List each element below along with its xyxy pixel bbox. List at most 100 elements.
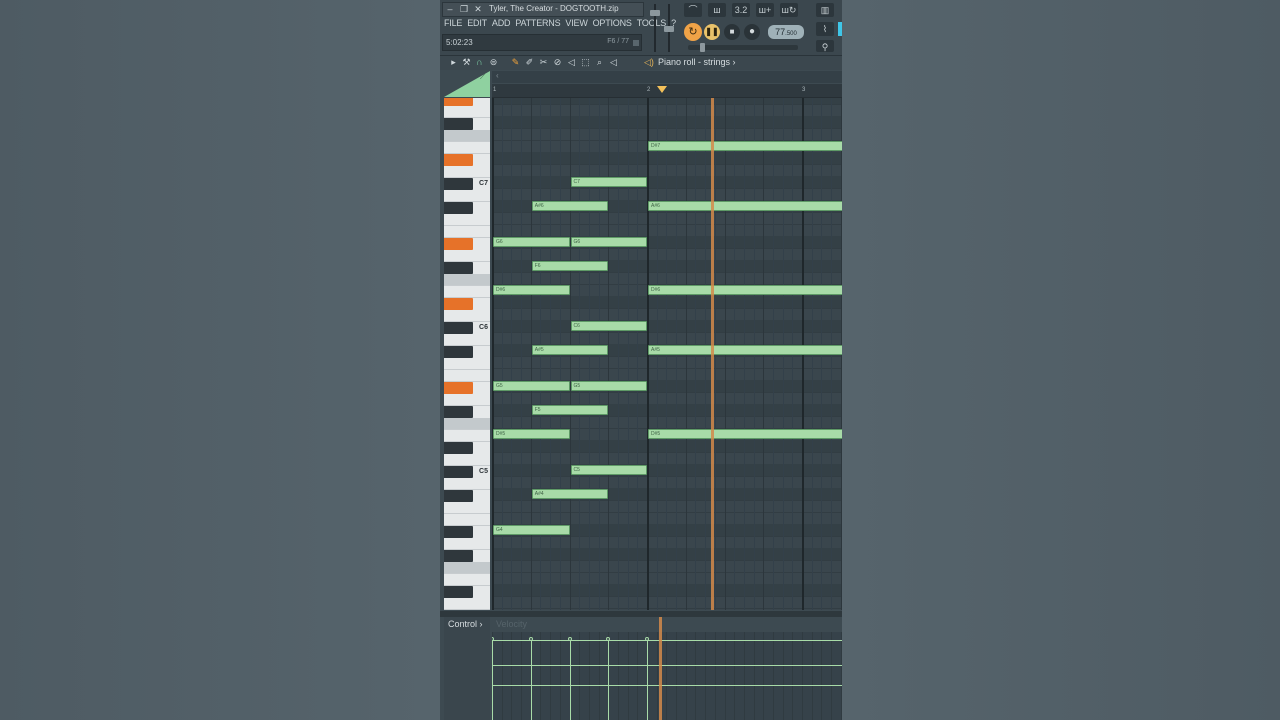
- select-icon[interactable]: ⬚: [580, 57, 591, 68]
- wait-input-icon[interactable]: ш: [708, 3, 726, 17]
- stop-button[interactable]: ■: [724, 24, 740, 40]
- note[interactable]: C5: [570, 465, 647, 475]
- velocity-editor[interactable]: [492, 632, 842, 720]
- menu-file[interactable]: FILE: [444, 18, 462, 31]
- piano-key-black[interactable]: [444, 442, 473, 454]
- metronome-icon[interactable]: ⌒: [684, 3, 702, 17]
- slider-knob[interactable]: [650, 10, 660, 16]
- wrench-icon[interactable]: ⚒: [461, 57, 472, 68]
- piano-keyboard[interactable]: C7 C6 C5: [444, 98, 490, 610]
- restore-icon[interactable]: ❐: [458, 4, 470, 15]
- note[interactable]: D#5: [648, 429, 842, 439]
- title-bar[interactable]: – ❐ ✕ Tyler, The Creator - DOGTOOTH.zip: [442, 2, 644, 17]
- note[interactable]: G6: [570, 237, 647, 247]
- piano-key-black[interactable]: [444, 298, 473, 310]
- piano-key-black[interactable]: [444, 382, 473, 394]
- countdown-icon[interactable]: 3.2: [732, 3, 750, 17]
- master-pitch-slider[interactable]: [664, 4, 674, 52]
- playback-icon[interactable]: ◁: [608, 57, 619, 68]
- event-editor-divider[interactable]: [440, 611, 842, 617]
- play-pause-button[interactable]: ❚❚: [704, 24, 720, 40]
- note[interactable]: F5: [531, 405, 609, 415]
- mute-icon[interactable]: ⊘: [552, 57, 563, 68]
- loop-record-icon[interactable]: ш↻: [780, 3, 798, 17]
- delete-icon[interactable]: ✂: [538, 57, 549, 68]
- note[interactable]: A#6: [531, 201, 609, 211]
- velocity-bar[interactable]: [569, 638, 571, 720]
- minimize-icon[interactable]: –: [444, 4, 456, 15]
- note[interactable]: G4: [493, 525, 570, 535]
- pencil-icon[interactable]: ✎: [510, 57, 521, 68]
- piano-key-black[interactable]: [444, 550, 473, 562]
- snap-icon[interactable]: ⊜: [488, 57, 499, 68]
- velocity-handle[interactable]: [645, 637, 649, 641]
- menu-edit[interactable]: EDIT: [467, 18, 487, 31]
- resize-icon[interactable]: ⟋: [480, 74, 485, 82]
- note[interactable]: A#5: [648, 345, 842, 355]
- slice-icon[interactable]: ◁: [566, 57, 577, 68]
- menu-view[interactable]: VIEW: [565, 18, 587, 31]
- piano-key-black[interactable]: [444, 178, 473, 190]
- velocity-bar[interactable]: [530, 638, 532, 720]
- velocity-handle[interactable]: [528, 637, 533, 641]
- piano-key-black[interactable]: [444, 322, 473, 334]
- menu-add[interactable]: ADD: [492, 18, 511, 31]
- note[interactable]: C6: [570, 321, 647, 331]
- piano-key-black[interactable]: [444, 202, 473, 214]
- plugin-picker-icon[interactable]: ⌇: [816, 22, 834, 36]
- note[interactable]: D#5: [493, 429, 570, 439]
- note-grid[interactable]: D#7 C7 A#6 A#6 G6 G6 F6 D#6 D#6 C6 A#5 A#5 G5 G5 F5 D#5…: [492, 98, 842, 610]
- position-knob[interactable]: [700, 43, 705, 52]
- piano-key-black[interactable]: [444, 406, 473, 418]
- control-selector[interactable]: Control ›: [448, 619, 483, 629]
- brush-icon[interactable]: ✐: [524, 57, 535, 68]
- master-volume-slider[interactable]: [650, 4, 660, 52]
- mic-icon[interactable]: ⚲: [816, 40, 834, 52]
- piano-key-black[interactable]: [444, 118, 473, 130]
- piano-icon[interactable]: ▥: [816, 3, 834, 17]
- menu-patterns[interactable]: PATTERNS: [515, 18, 560, 31]
- playhead-marker[interactable]: [657, 86, 667, 93]
- magnet-icon[interactable]: ∩: [474, 57, 485, 67]
- piano-key-black[interactable]: [444, 586, 473, 598]
- scroll-left-icon[interactable]: ‹: [496, 71, 499, 80]
- tempo-display[interactable]: 77.500: [768, 25, 804, 39]
- horizontal-scrollbar[interactable]: ‹: [492, 71, 842, 83]
- note[interactable]: G5: [570, 381, 647, 391]
- piano-key-black[interactable]: [444, 490, 473, 502]
- velocity-bar[interactable]: [647, 638, 648, 720]
- note[interactable]: A#4: [531, 489, 609, 499]
- note[interactable]: D#6: [493, 285, 570, 295]
- step-edit-icon[interactable]: ш+: [756, 3, 774, 17]
- note[interactable]: D#7: [648, 141, 842, 151]
- arrow-icon[interactable]: ▸: [448, 57, 459, 68]
- note[interactable]: C7: [570, 177, 647, 187]
- slider-knob[interactable]: [664, 26, 674, 32]
- note[interactable]: F6: [531, 261, 609, 271]
- piano-roll-title[interactable]: Piano roll - strings ›: [658, 57, 736, 67]
- zoom-icon[interactable]: ⌕: [594, 57, 605, 68]
- piano-key-black[interactable]: [444, 526, 473, 538]
- piano-key-black[interactable]: [444, 466, 473, 478]
- piano-key-black[interactable]: [444, 98, 473, 106]
- record-button[interactable]: ●: [744, 24, 760, 40]
- hint-scroll-icon[interactable]: [633, 40, 639, 46]
- note[interactable]: G6: [493, 237, 570, 247]
- piano-key-black[interactable]: [444, 154, 473, 166]
- speaker-icon[interactable]: ◁): [644, 57, 654, 68]
- piano-key-black[interactable]: [444, 346, 473, 358]
- note[interactable]: A#5: [531, 345, 609, 355]
- song-position-slider[interactable]: [688, 43, 798, 52]
- velocity-bar[interactable]: [608, 638, 610, 720]
- close-icon[interactable]: ✕: [472, 4, 484, 15]
- velocity-bar[interactable]: [492, 638, 493, 720]
- timeline-ruler[interactable]: 1 2 3: [492, 84, 842, 98]
- note[interactable]: A#6: [648, 201, 842, 211]
- note[interactable]: G5: [493, 381, 570, 391]
- pattern-song-toggle-icon[interactable]: ↻: [684, 23, 702, 41]
- note[interactable]: D#6: [648, 285, 842, 295]
- velocity-handle[interactable]: [567, 637, 572, 641]
- piano-key-black[interactable]: [444, 238, 473, 250]
- piano-key-black[interactable]: [444, 262, 473, 274]
- menu-options[interactable]: OPTIONS: [593, 18, 632, 31]
